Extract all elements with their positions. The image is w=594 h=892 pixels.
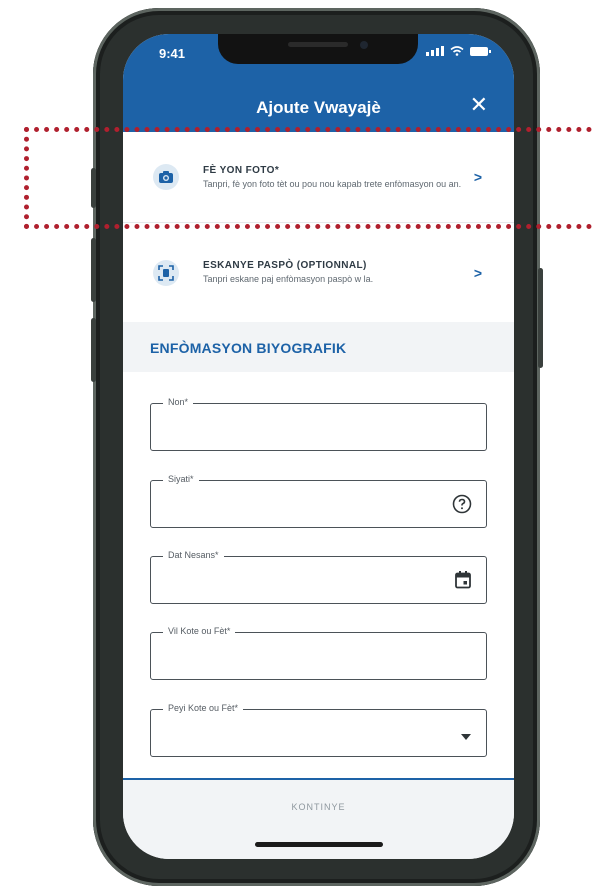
continue-button[interactable]: KONTINYE <box>123 802 514 812</box>
last-name-label: Siyati* <box>163 474 199 484</box>
birth-date-field[interactable]: Dat Nesans* <box>150 550 487 604</box>
front-camera <box>360 41 368 49</box>
status-icons <box>426 46 491 56</box>
dropdown-arrow-icon[interactable] <box>460 728 472 746</box>
birth-country-label: Peyi Kote ou Fèt* <box>163 703 244 713</box>
status-time: 9:41 <box>159 46 186 61</box>
phone-power-button <box>538 268 543 368</box>
scan-passport-subtitle: Tanpri eskane paj enfòmasyon paspò w la. <box>203 274 374 284</box>
close-button[interactable]: ✕ <box>470 94 488 116</box>
speaker-grille <box>288 42 348 47</box>
signal-icon <box>426 46 444 56</box>
section-header: ENFÒMASYON BIYOGRAFIK <box>123 322 514 372</box>
phone-notch <box>218 34 418 64</box>
chevron-right-icon: > <box>473 264 482 281</box>
wifi-icon <box>450 46 464 56</box>
highlight-annotation <box>24 127 592 229</box>
scan-passport-row[interactable]: ESKANYE PASPÒ (OPTIONNAL) Tanpri eskane … <box>123 223 514 322</box>
help-icon[interactable] <box>452 494 472 519</box>
home-indicator <box>255 842 383 847</box>
battery-icon <box>470 47 491 56</box>
first-name-field[interactable]: Non* <box>150 397 487 451</box>
phone-volume-down <box>91 318 96 382</box>
scan-passport-title: ESKANYE PASPÒ (OPTIONNAL) <box>203 260 367 271</box>
last-name-field[interactable]: Siyati* <box>150 474 487 528</box>
birth-city-field[interactable]: Vil Kote ou Fèt* <box>150 626 487 680</box>
birth-date-label: Dat Nesans* <box>163 550 224 560</box>
page-title: Ajoute Vwayajè <box>256 98 381 117</box>
calendar-icon[interactable] <box>454 570 472 595</box>
app-header: 9:41 Ajoute Vwayajè ✕ <box>123 34 514 132</box>
scan-passport-text: ESKANYE PASPÒ (OPTIONNAL) Tanpri eskane … <box>203 260 470 285</box>
first-name-label: Non* <box>163 397 194 407</box>
scan-icon <box>153 259 179 286</box>
bottom-bar: KONTINYE <box>123 778 514 859</box>
phone-volume-up <box>91 238 96 302</box>
birth-country-select[interactable]: Peyi Kote ou Fèt* <box>150 703 487 757</box>
section-title: ENFÒMASYON BIYOGRAFIK <box>150 340 347 356</box>
birth-city-label: Vil Kote ou Fèt* <box>163 626 236 636</box>
